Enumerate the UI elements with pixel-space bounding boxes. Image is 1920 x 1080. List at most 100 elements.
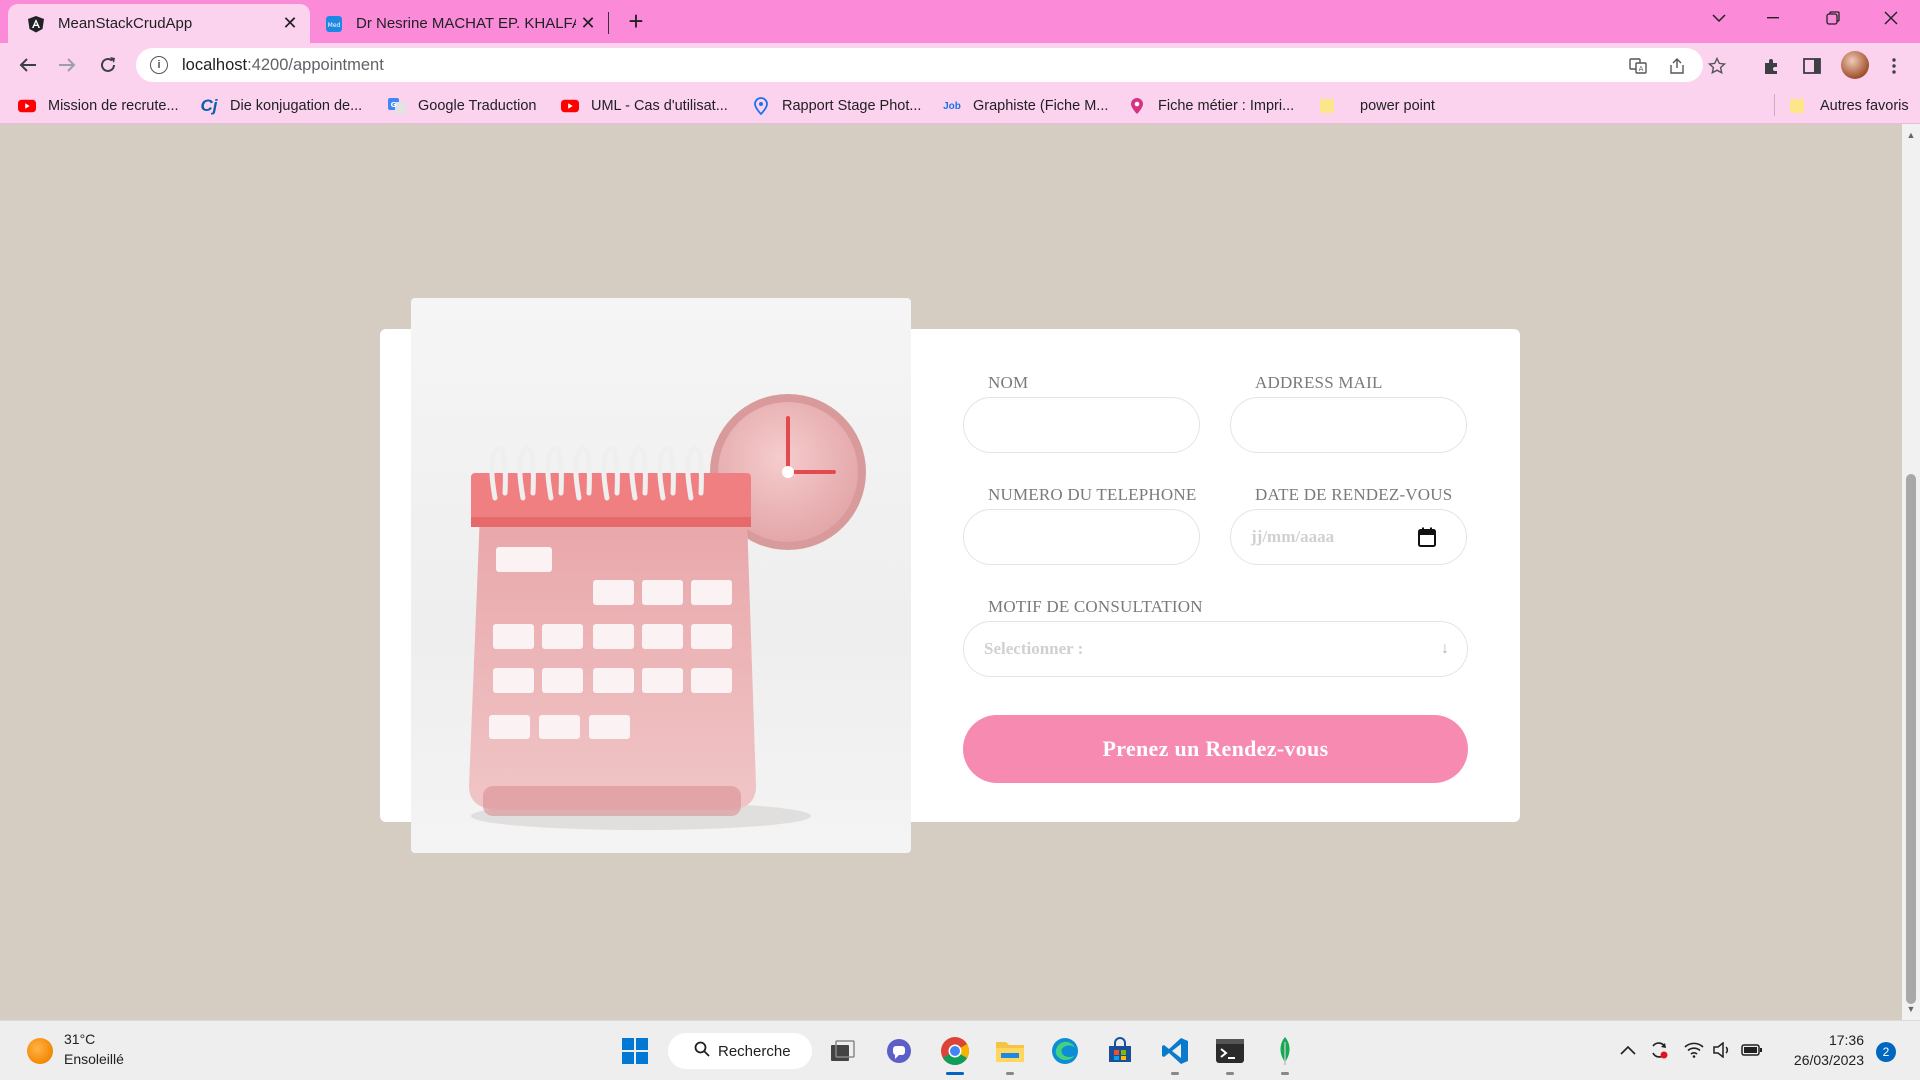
youtube-icon [18, 98, 36, 114]
minimize-button[interactable] [1750, 0, 1796, 36]
chrome-active-indicator [946, 1072, 964, 1075]
wifi-icon[interactable] [1683, 1039, 1705, 1061]
folder-icon [1788, 98, 1806, 114]
file-explorer-icon[interactable] [992, 1033, 1028, 1069]
bookmark-item[interactable]: Cj Die konjugation de... [200, 95, 363, 117]
bookmark-label: Graphiste (Fiche M... [973, 98, 1109, 114]
terminal-icon[interactable] [1212, 1033, 1248, 1069]
date-input[interactable]: jj/mm/aaaa [1230, 509, 1467, 565]
sync-update-icon[interactable] [1648, 1039, 1670, 1061]
bookmark-item[interactable]: G Google Traduction [388, 95, 537, 117]
svg-text:G: G [391, 101, 397, 109]
bookmark-star-icon[interactable] [1707, 56, 1727, 76]
youtube-icon [561, 98, 579, 114]
address-bar[interactable]: i localhost:4200/appointment A [136, 48, 1726, 82]
down-arrow-icon: ↓ [1441, 640, 1449, 657]
mongodb-running-indicator [1281, 1072, 1289, 1075]
battery-icon[interactable] [1741, 1039, 1763, 1061]
tab-strip: MeanStackCrudApp ✕ Med Dr Nesrine MACHAT… [0, 0, 1920, 43]
explorer-running-indicator [1006, 1072, 1014, 1075]
bookmark-item[interactable]: UML - Cas d'utilisat... [561, 95, 728, 117]
tab-dr-nesrine[interactable]: Med Dr Nesrine MACHAT EP. KHALFALLAH ✕ [318, 4, 608, 43]
show-hidden-icons-chevron-icon[interactable] [1617, 1039, 1639, 1061]
bookmark-item[interactable]: Job Graphiste (Fiche M... [943, 95, 1108, 117]
clock-time[interactable]: 17:36 [1828, 1032, 1864, 1048]
scroll-up-arrow-icon[interactable]: ▲ [1906, 130, 1916, 140]
new-tab-button[interactable]: + [622, 6, 650, 36]
chrome-icon[interactable] [937, 1033, 973, 1069]
profile-avatar[interactable] [1841, 51, 1869, 79]
extensions-icon[interactable] [1760, 55, 1782, 77]
calendar-picker-icon[interactable] [1418, 527, 1436, 547]
motif-placeholder: Selectionner : [984, 639, 1084, 658]
tab-divider [608, 12, 609, 34]
search-icon [694, 1041, 710, 1062]
nom-label: NOM [988, 373, 1029, 392]
close-tab-icon[interactable]: ✕ [278, 12, 302, 36]
job-icon: Job [943, 100, 961, 112]
book-appointment-button[interactable]: Prenez un Rendez-vous [963, 715, 1468, 783]
vscode-running-indicator [1171, 1072, 1179, 1075]
url-text: localhost:4200/appointment [182, 55, 384, 74]
folder-icon [1318, 98, 1336, 114]
map-pin-icon [1128, 98, 1146, 114]
tab-search-chevron-icon[interactable] [1696, 0, 1742, 36]
tab-meanstackcrudapp[interactable]: MeanStackCrudApp ✕ [8, 4, 310, 43]
vscode-icon[interactable] [1157, 1033, 1193, 1069]
taskbar-search[interactable]: Recherche [668, 1033, 812, 1069]
svg-text:A: A [1639, 65, 1644, 73]
email-input[interactable] [1230, 397, 1467, 453]
share-icon[interactable] [1667, 56, 1687, 76]
sun-weather-icon[interactable] [27, 1038, 53, 1064]
nom-input[interactable] [963, 397, 1200, 453]
tab-title: MeanStackCrudApp [58, 15, 193, 32]
site-info-icon[interactable]: i [150, 56, 168, 74]
close-tab-icon[interactable]: ✕ [576, 12, 600, 36]
bookmark-label: Fiche métier : Impri... [1158, 98, 1295, 114]
angular-icon [26, 14, 46, 34]
clock-date[interactable]: 26/03/2023 [1784, 1052, 1864, 1068]
back-button[interactable] [14, 51, 42, 79]
weather-description[interactable]: Ensoleillé [64, 1051, 124, 1067]
bookmark-item[interactable]: Rapport Stage Phot... [752, 95, 921, 117]
scroll-down-arrow-icon[interactable]: ▼ [1906, 1004, 1916, 1014]
location-pin-icon [752, 97, 770, 115]
bookmark-item[interactable]: Mission de recrute... [18, 95, 179, 117]
motif-select[interactable]: Selectionner : ↓ [963, 621, 1468, 677]
page-scrollbar[interactable]: ▲ ▼ [1902, 124, 1920, 1020]
scrollbar-thumb[interactable] [1906, 474, 1916, 1004]
mongodb-leaf-icon[interactable] [1267, 1033, 1303, 1069]
google-translate-icon: G [388, 98, 406, 114]
bookmark-label: power point [1360, 98, 1435, 114]
other-bookmarks-label: Autres favoris [1820, 98, 1909, 114]
bookmark-item[interactable]: power point [1318, 95, 1435, 117]
bookmark-item[interactable]: Fiche métier : Impri... [1128, 95, 1294, 117]
edge-icon[interactable] [1047, 1033, 1083, 1069]
close-window-button[interactable] [1868, 0, 1914, 36]
volume-icon[interactable] [1711, 1039, 1733, 1061]
task-view-icon[interactable] [825, 1033, 861, 1069]
side-panel-icon[interactable] [1801, 55, 1823, 77]
bookmarks-bar: Mission de recrute... Cj Die konjugation… [0, 87, 1920, 124]
phone-label: NUMERO DU TELEPHONE [988, 485, 1197, 504]
menu-kebab-icon[interactable] [1883, 55, 1905, 77]
weather-temperature[interactable]: 31°C [64, 1031, 95, 1047]
forward-button[interactable] [53, 51, 81, 79]
bookmark-label: Rapport Stage Phot... [782, 98, 922, 114]
date-placeholder: jj/mm/aaaa [1251, 527, 1335, 546]
phone-input[interactable] [963, 509, 1200, 565]
start-windows-icon[interactable] [617, 1033, 653, 1069]
svg-text:Med: Med [328, 22, 341, 29]
tab-title: Dr Nesrine MACHAT EP. KHALFALLAH [356, 15, 576, 32]
microsoft-store-icon[interactable] [1102, 1033, 1138, 1069]
translate-icon[interactable]: A [1628, 56, 1648, 76]
notification-badge[interactable]: 2 [1876, 1042, 1896, 1062]
restore-button[interactable] [1810, 0, 1856, 36]
motif-label: MOTIF DE CONSULTATION [988, 597, 1203, 616]
calendar-illustration [411, 298, 911, 853]
other-bookmarks[interactable]: Autres favoris [1788, 95, 1909, 117]
email-label: ADDRESS MAIL [1255, 373, 1383, 392]
teams-chat-icon[interactable] [881, 1033, 917, 1069]
bookmark-label: Die konjugation de... [230, 98, 363, 114]
reload-button[interactable] [94, 51, 122, 79]
